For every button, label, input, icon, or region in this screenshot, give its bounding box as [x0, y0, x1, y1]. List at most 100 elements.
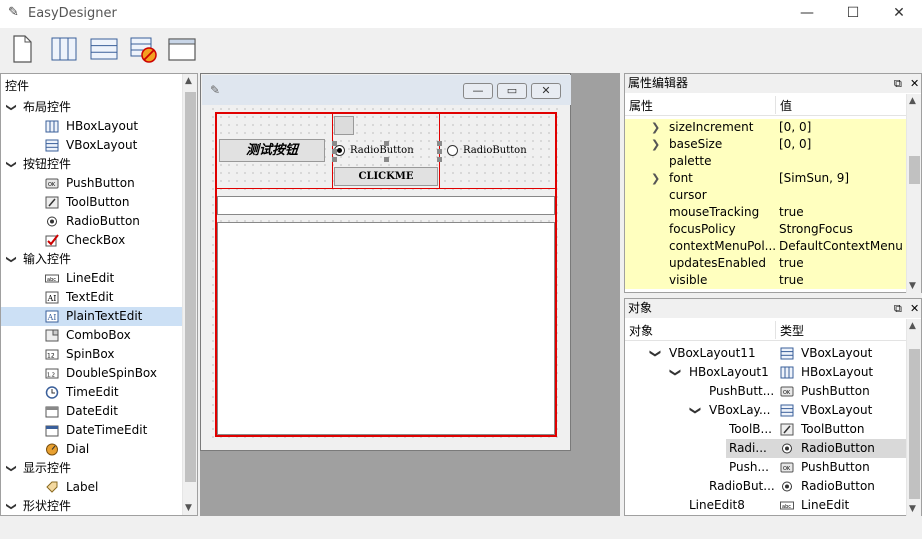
object-row[interactable]: ❯ VBoxLayout11 VBoxLayout	[625, 344, 908, 363]
object-row[interactable]: ❯ VBoxLay... VBoxLayout	[625, 401, 908, 420]
chevron-down-icon[interactable]: ❯	[2, 103, 21, 111]
break-layout-tool-icon[interactable]	[128, 33, 160, 65]
hbox-layout-tool-icon[interactable]	[48, 33, 80, 65]
widget-item[interactable]: HBoxLayout	[1, 117, 182, 136]
widget-tree-scrollbar[interactable]: ▲ ▼	[182, 74, 197, 515]
resize-handle[interactable]	[437, 157, 442, 162]
preview-window-icon[interactable]	[166, 33, 198, 65]
property-scrollbar[interactable]: ▲ ▼	[906, 94, 921, 293]
widget-group[interactable]: ❯ 输入控件	[1, 250, 182, 269]
vbox-layout-tool-icon[interactable]	[88, 33, 120, 65]
radio-button-1[interactable]: RadioButton	[334, 143, 414, 159]
chevron-down-icon[interactable]: ❯	[2, 464, 21, 472]
object-row[interactable]: PushButt... OK PushButton	[625, 382, 908, 401]
chevron-down-icon[interactable]: ❯	[2, 160, 21, 168]
object-row[interactable]: ToolB... ToolButton	[625, 420, 908, 439]
close-dock-icon[interactable]: ✕	[910, 74, 919, 93]
close-button[interactable]: ✕	[876, 0, 922, 28]
property-row[interactable]: focusPolicy StrongFocus	[625, 221, 908, 238]
widget-item[interactable]: AI PlainTextEdit	[1, 307, 182, 326]
property-value[interactable]: true	[779, 255, 804, 272]
scroll-thumb[interactable]	[185, 92, 196, 482]
chevron-down-icon[interactable]: ❯	[646, 349, 665, 358]
widget-item[interactable]: abc LineEdit	[1, 269, 182, 288]
clickme-pushbutton[interactable]: CLICKME	[334, 167, 438, 186]
widget-item[interactable]: ToolButton	[1, 193, 182, 212]
widget-item[interactable]: VBoxLayout	[1, 136, 182, 155]
property-value[interactable]: DefaultContextMenu	[779, 238, 903, 255]
property-row[interactable]: updatesEnabled true	[625, 255, 908, 272]
object-row[interactable]: RadioBut... RadioButton	[625, 477, 908, 496]
widget-item[interactable]: OK PushButton	[1, 174, 182, 193]
widget-item[interactable]: 1.2 DoubleSpinBox	[1, 364, 182, 383]
property-value[interactable]: StrongFocus	[779, 221, 853, 238]
chevron-down-icon[interactable]: ❯	[666, 368, 685, 377]
chevron-right-icon[interactable]: ❯	[651, 119, 660, 136]
widget-item[interactable]: Label	[1, 478, 182, 497]
chevron-down-icon[interactable]: ❯	[686, 406, 705, 415]
widget-group[interactable]: ❯ 布局控件	[1, 98, 182, 117]
property-value[interactable]: true	[779, 204, 804, 221]
property-value[interactable]: true	[779, 272, 804, 289]
scroll-thumb[interactable]	[909, 349, 920, 499]
resize-handle[interactable]	[384, 157, 389, 162]
chevron-right-icon[interactable]: ❯	[651, 136, 660, 153]
property-value[interactable]: [0, 0]	[779, 136, 811, 153]
scroll-thumb[interactable]	[909, 156, 920, 184]
object-row[interactable]: Push... OK PushButton	[625, 458, 908, 477]
scroll-up-icon[interactable]: ▲	[909, 96, 916, 106]
widget-item[interactable]: AI TextEdit	[1, 288, 182, 307]
property-value[interactable]: [SimSun, 9]	[779, 170, 849, 187]
property-row[interactable]: visible true	[625, 272, 908, 289]
property-row[interactable]: ❯ baseSize [0, 0]	[625, 136, 908, 153]
resize-handle[interactable]	[384, 141, 389, 146]
widget-item[interactable]: TimeEdit	[1, 383, 182, 402]
form-restore-button[interactable]: ▭	[497, 83, 527, 99]
plain-text-edit-widget[interactable]	[217, 222, 555, 435]
form-close-button[interactable]: ✕	[531, 83, 561, 99]
chevron-right-icon[interactable]: ❯	[651, 170, 660, 187]
line-edit-widget[interactable]	[217, 196, 555, 215]
resize-handle[interactable]	[437, 149, 442, 154]
widget-group[interactable]: ❯ 显示控件	[1, 459, 182, 478]
object-row[interactable]: Radi... RadioButton	[625, 439, 908, 458]
chevron-down-icon[interactable]: ❯	[2, 502, 21, 510]
property-row[interactable]: cursor	[625, 187, 908, 204]
widget-item[interactable]: DateEdit	[1, 402, 182, 421]
widget-item[interactable]: Dial	[1, 440, 182, 459]
radio-button-2[interactable]: RadioButton	[447, 143, 527, 159]
resize-handle[interactable]	[332, 141, 337, 146]
scroll-up-icon[interactable]: ▲	[909, 321, 916, 331]
widget-group[interactable]: ❯ 形状控件	[1, 497, 182, 516]
close-dock-icon[interactable]: ✕	[910, 299, 919, 318]
scroll-up-icon[interactable]: ▲	[185, 76, 192, 86]
widget-item[interactable]: 12 SpinBox	[1, 345, 182, 364]
form-window[interactable]: ✎ — ▭ ✕ 测试按钮 RadioButton RadioButton CLI…	[200, 73, 571, 451]
property-row[interactable]: palette	[625, 153, 908, 170]
resize-handle[interactable]	[332, 157, 337, 162]
chevron-down-icon[interactable]: ❯	[2, 255, 21, 263]
property-value[interactable]: [0, 0]	[779, 119, 811, 136]
toolbutton-widget[interactable]	[334, 116, 354, 135]
scroll-down-icon[interactable]: ▼	[909, 281, 916, 291]
widget-item[interactable]: CheckBox	[1, 231, 182, 250]
resize-handle[interactable]	[332, 149, 337, 154]
scroll-down-icon[interactable]: ▼	[185, 503, 192, 513]
property-row[interactable]: contextMenuPol... DefaultContextMenu	[625, 238, 908, 255]
object-row[interactable]: ❯ HBoxLayout1 HBoxLayout	[625, 363, 908, 382]
widget-group[interactable]: ❯ 按钮控件	[1, 155, 182, 174]
form-minimize-button[interactable]: —	[463, 83, 493, 99]
minimize-button[interactable]: —	[784, 0, 830, 28]
float-dock-icon[interactable]: ⧉	[894, 74, 902, 93]
object-scrollbar[interactable]: ▲ ▼	[906, 319, 921, 516]
property-row[interactable]: mouseTracking true	[625, 204, 908, 221]
property-row[interactable]: ❯ sizeIncrement [0, 0]	[625, 119, 908, 136]
test-pushbutton[interactable]: 测试按钮	[219, 139, 325, 162]
maximize-button[interactable]: ☐	[830, 0, 876, 28]
float-dock-icon[interactable]: ⧉	[894, 299, 902, 318]
scroll-down-icon[interactable]: ▼	[909, 504, 916, 514]
new-document-icon[interactable]	[6, 33, 38, 65]
property-row[interactable]: ❯ font [SimSun, 9]	[625, 170, 908, 187]
widget-item[interactable]: DateTimeEdit	[1, 421, 182, 440]
resize-handle[interactable]	[437, 141, 442, 146]
